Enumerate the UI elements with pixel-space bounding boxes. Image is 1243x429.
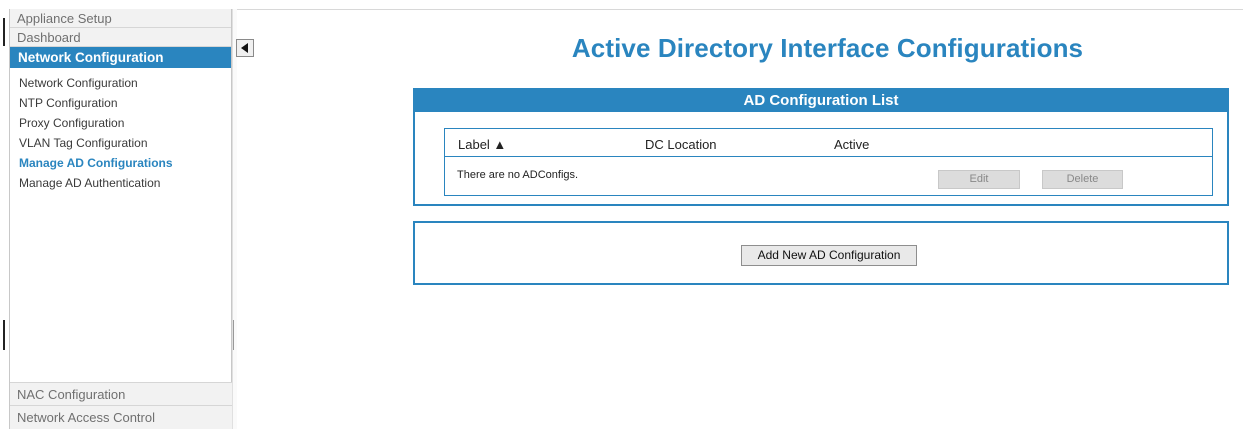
triangle-left-icon xyxy=(241,43,248,53)
sidebar-item-manage-ad-authentication[interactable]: Manage AD Authentication xyxy=(19,173,231,193)
empty-list-message: There are no ADConfigs. xyxy=(457,169,579,181)
sidebar-splitter[interactable] xyxy=(232,9,237,429)
sidebar-item-dashboard[interactable]: Dashboard xyxy=(10,28,231,47)
sidebar-item-manage-ad-configurations[interactable]: Manage AD Configurations xyxy=(19,153,231,173)
sidebar-item-nac-configuration[interactable]: NAC Configuration xyxy=(10,382,233,406)
edge-mark xyxy=(3,320,5,350)
collapse-sidebar-button[interactable] xyxy=(236,39,254,57)
column-header-active: Active xyxy=(834,137,870,152)
page-title: Active Directory Interface Configuration… xyxy=(571,33,1084,63)
table-row: There are no ADConfigs. Edit Delete xyxy=(445,157,1212,195)
table-header-row: Label ▲ DC Location Active xyxy=(445,129,1212,157)
edge-mark xyxy=(3,18,5,46)
window-left-edge xyxy=(0,0,9,429)
top-rule xyxy=(237,9,1243,10)
sidebar-item-network-access-control[interactable]: Network Access Control xyxy=(10,406,233,429)
splitter-grip[interactable] xyxy=(233,320,234,350)
sidebar-item-network-configuration[interactable]: Network Configuration xyxy=(19,73,231,93)
sidebar-item-vlan-tag-configuration[interactable]: VLAN Tag Configuration xyxy=(19,133,231,153)
sidebar-section-network-configuration[interactable]: Network Configuration xyxy=(10,47,231,68)
sidebar-item-appliance-setup[interactable]: Appliance Setup xyxy=(10,9,231,28)
sidebar-bottom-menu: NAC Configuration Network Access Control xyxy=(10,382,233,429)
add-configuration-panel: Add New AD Configuration xyxy=(413,221,1229,285)
delete-button[interactable]: Delete xyxy=(1042,170,1123,189)
ad-configuration-table: Label ▲ DC Location Active There are no … xyxy=(444,128,1213,196)
add-new-ad-configuration-button[interactable]: Add New AD Configuration xyxy=(741,245,917,266)
sidebar-item-ntp-configuration[interactable]: NTP Configuration xyxy=(19,93,231,113)
sidebar-item-proxy-configuration[interactable]: Proxy Configuration xyxy=(19,113,231,133)
ad-configuration-list-panel: AD Configuration List Label ▲ DC Locatio… xyxy=(413,88,1229,206)
column-header-label[interactable]: Label ▲ xyxy=(458,137,506,152)
edit-button[interactable]: Edit xyxy=(938,170,1020,189)
ad-configuration-list-header: AD Configuration List xyxy=(415,90,1227,112)
column-header-dc-location: DC Location xyxy=(645,137,717,152)
sidebar-submenu: Network Configuration NTP Configuration … xyxy=(10,68,231,193)
sidebar: Appliance Setup Dashboard Network Config… xyxy=(9,9,233,429)
